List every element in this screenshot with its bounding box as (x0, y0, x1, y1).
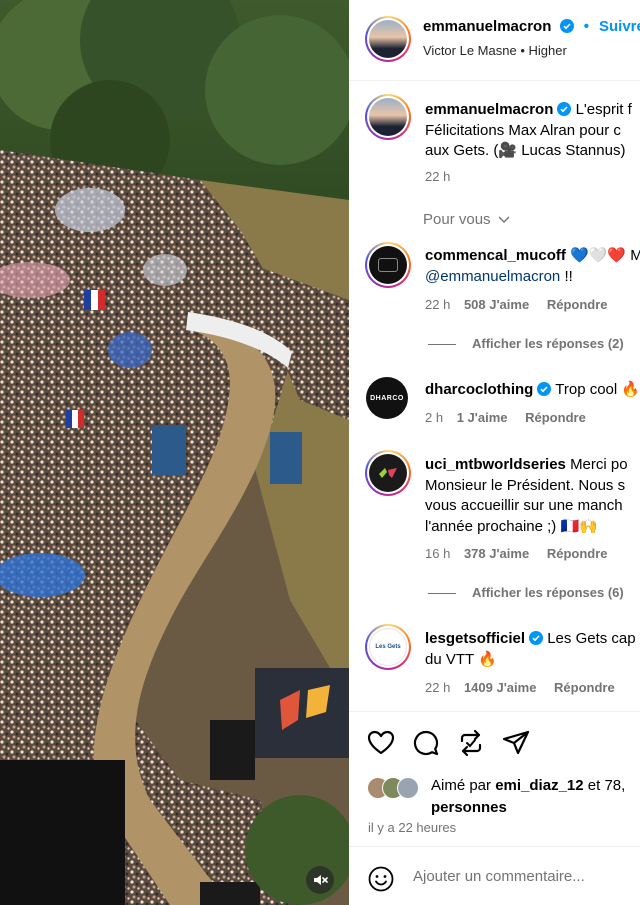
reply-button[interactable]: Répondre (547, 297, 608, 312)
comment-text-line-3: vous accueillir sur une manch (425, 497, 623, 514)
verified-badge-icon (537, 382, 552, 396)
verified-badge-icon (557, 102, 572, 116)
comment-meta: 22 h 508 J'aime Répondre (425, 297, 608, 312)
caption-avatar[interactable] (365, 94, 411, 140)
comment-text-line-2: du VTT 🔥 (425, 650, 497, 668)
comment-avatar[interactable]: Les Gets (365, 624, 411, 670)
add-comment-bar (349, 846, 640, 905)
post-video[interactable] (0, 0, 349, 905)
comment-username[interactable]: dharcoclothing (425, 381, 533, 398)
header-separator: • (583, 18, 589, 35)
comment-text-line-4: l'année prochaine ;) 🇫🇷🙌 (425, 517, 598, 535)
audio-separator: • (520, 43, 525, 58)
caption-line-2: Félicitations Max Alran pour c (425, 121, 621, 139)
comment-text-line-1: Merci po (570, 456, 628, 473)
comment-likes[interactable]: 1409 J'aime (464, 680, 536, 695)
mute-button[interactable] (306, 866, 334, 894)
caption-line-1: L'esprit f (575, 101, 632, 118)
avatar-logo-text: DHARCO (370, 394, 404, 402)
comment-username[interactable]: commencal_mucoff (425, 247, 566, 264)
reply-button[interactable]: Répondre (554, 680, 615, 695)
follow-button[interactable]: Suivre (599, 18, 640, 35)
caption-text: emmanuelmacron L'esprit f Félicitations … (425, 100, 640, 162)
author-avatar[interactable] (365, 16, 411, 62)
comment-likes[interactable]: 508 J'aime (464, 297, 529, 312)
view-replies-button[interactable]: Afficher les réponses (2) (428, 336, 624, 351)
caption-time: 22 h (425, 169, 451, 184)
comment-text: commencal_mucoff 💙🤍❤️ M @emmanuelmacron … (425, 246, 640, 287)
paper-plane-icon[interactable] (501, 728, 531, 758)
comment-text: uci_mtbworldseries Merci po Monsieur le … (425, 455, 640, 537)
comment-avatar[interactable] (365, 450, 411, 496)
comment-sort-dropdown[interactable]: Pour vous (423, 211, 510, 228)
author-username[interactable]: emmanuelmacron (423, 18, 551, 35)
comment-sort-label: Pour vous (423, 211, 491, 228)
view-replies-button[interactable]: Afficher les réponses (6) (428, 585, 624, 600)
comment-time: 22 h (425, 297, 451, 312)
verified-badge-icon (559, 19, 574, 33)
comment-username[interactable]: uci_mtbworldseries (425, 456, 566, 473)
uci-logo-icon (379, 468, 397, 478)
verified-badge-icon (529, 631, 544, 645)
comment-mention[interactable]: @emmanuelmacron (425, 268, 560, 285)
comment-likes[interactable]: 1 J'aime (457, 410, 508, 425)
emoji-icon[interactable] (368, 866, 394, 892)
comments-list[interactable]: emmanuelmacron L'esprit f Félicitations … (349, 81, 640, 711)
view-replies-label: Afficher les réponses (6) (472, 585, 624, 600)
heart-icon[interactable] (366, 728, 396, 758)
comment-likes[interactable]: 378 J'aime (464, 546, 529, 561)
comment-username[interactable]: lesgetsofficiel (425, 630, 525, 647)
liked-by-middle: et 78, (583, 777, 626, 794)
comment-text-line-1: Les Gets cap (547, 630, 636, 647)
liked-by-prefix: Aimé par (431, 777, 496, 794)
post-actions: Aimé par emi_diaz_12 et 78, personnes il… (349, 711, 640, 847)
comment-time: 16 h (425, 546, 451, 561)
reply-button[interactable]: Répondre (525, 410, 586, 425)
comment-text-line-2: Monsieur le Président. Nous s (425, 476, 626, 494)
caption-line-3: aux Gets. (🎥 Lucas Stannus) (425, 142, 626, 159)
comment-text-line-2: !! (560, 267, 573, 285)
view-replies-label: Afficher les réponses (2) (472, 336, 624, 351)
comment-meta: 2 h 1 J'aime Répondre (425, 410, 586, 425)
liked-by-avatars[interactable] (367, 777, 427, 799)
comment-text: dharcoclothing Trop cool 🔥 (425, 380, 640, 401)
comment-time: 2 h (425, 410, 444, 425)
comment-text: lesgetsofficiel Les Gets cap du VTT 🔥 (425, 629, 640, 670)
liked-by-text[interactable]: Aimé par emi_diaz_12 et 78, personnes (431, 775, 640, 819)
comment-text-line-1: Trop cool 🔥 (555, 381, 640, 398)
audio-track[interactable]: Victor Le Masne • Higher (423, 43, 567, 58)
replies-divider (428, 593, 456, 595)
comment-text-line-1: 💙🤍❤️ M (570, 247, 640, 264)
repost-icon[interactable] (456, 728, 486, 758)
caption-username[interactable]: emmanuelmacron (425, 101, 553, 118)
comment-avatar[interactable] (365, 242, 411, 288)
liked-by-user[interactable]: emi_diaz_12 (495, 777, 583, 794)
comment-avatar[interactable]: DHARCO (366, 377, 408, 419)
liker-avatar (397, 777, 419, 799)
comment-meta: 22 h 1409 J'aime Répondre (425, 680, 615, 695)
avatar-logo-text: Les Gets (375, 644, 401, 650)
reply-button[interactable]: Répondre (547, 546, 608, 561)
post-timestamp: il y a 22 heures (368, 820, 457, 835)
post-header: emmanuelmacron • Suivre Victor Le Masne … (349, 0, 640, 81)
replies-divider (428, 344, 456, 346)
audio-artist: Victor Le Masne (423, 43, 517, 58)
comment-input[interactable] (413, 861, 633, 891)
post-details-panel: emmanuelmacron • Suivre Victor Le Masne … (349, 0, 640, 905)
comment-time: 22 h (425, 680, 451, 695)
audio-title: Higher (528, 43, 567, 58)
liked-by-suffix[interactable]: personnes (431, 799, 507, 816)
speaker-muted-icon (314, 875, 328, 885)
comment-bubble-icon[interactable] (411, 728, 441, 758)
chevron-down-icon (498, 216, 510, 223)
video-frame (0, 0, 349, 905)
comment-meta: 16 h 378 J'aime Répondre (425, 546, 608, 561)
